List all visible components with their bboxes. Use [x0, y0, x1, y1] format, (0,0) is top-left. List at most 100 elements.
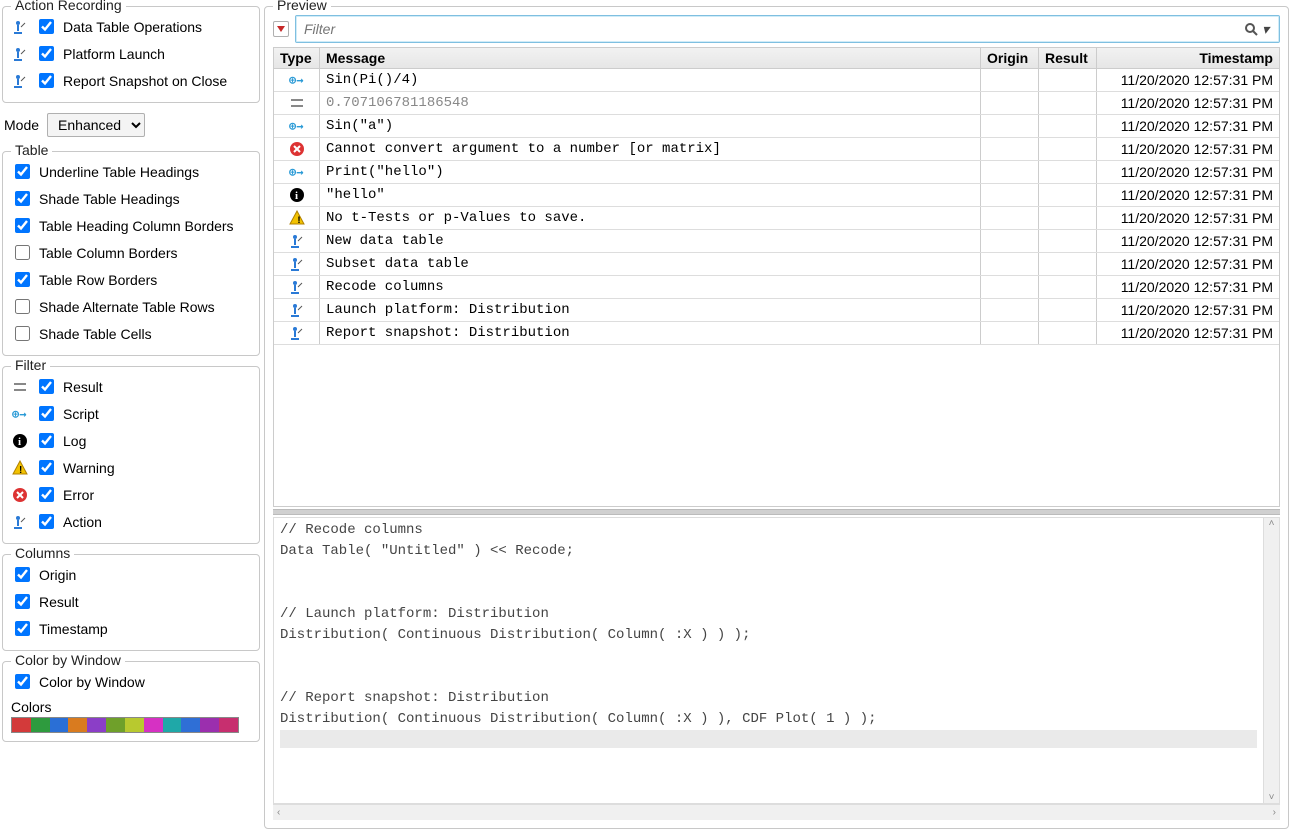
mode-select[interactable]: Enhanced [47, 113, 145, 137]
columns-label-2: Timestamp [39, 621, 108, 637]
filter-label-1: Script [63, 406, 99, 422]
color-swatch[interactable] [106, 718, 125, 732]
svg-text:i: i [295, 190, 298, 202]
table-checkbox-3[interactable] [15, 245, 30, 260]
preview-panel: Preview ▾ Type Message Origin Result Tim… [264, 6, 1289, 829]
log-row[interactable]: Recode columns11/20/2020 12:57:31 PM [274, 276, 1279, 299]
filter-checkbox-1[interactable] [39, 406, 54, 421]
log-origin [981, 276, 1039, 298]
scroll-left-icon[interactable]: ‹ [277, 807, 280, 818]
filter-dropdown-icon[interactable]: ▾ [1258, 21, 1273, 38]
color-swatches[interactable] [11, 717, 239, 733]
log-row[interactable]: !No t-Tests or p-Values to save.11/20/20… [274, 207, 1279, 230]
color-swatch[interactable] [219, 718, 238, 732]
table-checkbox-1[interactable] [15, 191, 30, 206]
col-timestamp-header[interactable]: Timestamp [1097, 48, 1279, 68]
color-by-window-checkbox[interactable] [15, 674, 30, 689]
result-icon [11, 379, 29, 395]
script-icon: ⊕→ [274, 69, 320, 91]
log-origin [981, 322, 1039, 344]
svg-text:i: i [18, 436, 21, 448]
color-swatch[interactable] [12, 718, 31, 732]
log-message: Recode columns [320, 276, 981, 298]
log-result [1039, 276, 1097, 298]
log-origin [981, 161, 1039, 183]
color-swatch[interactable] [50, 718, 69, 732]
table-label-3: Table Column Borders [39, 245, 178, 261]
columns-group: Columns OriginResultTimestamp [2, 554, 260, 651]
table-checkbox-0[interactable] [15, 164, 30, 179]
log-message: Sin(Pi()/4) [320, 69, 981, 91]
error-icon [274, 138, 320, 160]
scroll-up-icon[interactable]: ˄ [1269, 518, 1275, 529]
log-row[interactable]: ⊕→Sin("a")11/20/2020 12:57:31 PM [274, 115, 1279, 138]
log-origin [981, 115, 1039, 137]
script-icon: ⊕→ [274, 161, 320, 183]
search-icon[interactable] [1244, 22, 1258, 36]
table-checkbox-6[interactable] [15, 326, 30, 341]
filter-input[interactable] [302, 20, 1244, 38]
filter-checkbox-2[interactable] [39, 433, 54, 448]
ar-checkbox-2[interactable] [39, 73, 54, 88]
col-result-header[interactable]: Result [1039, 48, 1097, 68]
log-row[interactable]: New data table11/20/2020 12:57:31 PM [274, 230, 1279, 253]
log-row[interactable]: 0.70710678118654811/20/2020 12:57:31 PM [274, 92, 1279, 115]
table-checkbox-4[interactable] [15, 272, 30, 287]
filter-checkbox-5[interactable] [39, 514, 54, 529]
script-pane: // Recode columns Data Table( "Untitled"… [273, 517, 1280, 804]
horizontal-splitter[interactable] [273, 509, 1280, 515]
columns-checkbox-2[interactable] [15, 621, 30, 636]
color-swatch[interactable] [68, 718, 87, 732]
color-swatch[interactable] [163, 718, 182, 732]
color-swatch[interactable] [144, 718, 163, 732]
horizontal-scrollbar[interactable]: ‹ › [273, 804, 1280, 820]
action-icon [11, 514, 29, 530]
color-swatch[interactable] [200, 718, 219, 732]
col-origin-header[interactable]: Origin [981, 48, 1039, 68]
action-icon [11, 19, 29, 35]
log-row[interactable]: Cannot convert argument to a number [or … [274, 138, 1279, 161]
svg-text:!: ! [19, 465, 22, 476]
filter-checkbox-3[interactable] [39, 460, 54, 475]
scroll-right-icon[interactable]: › [1273, 807, 1276, 818]
log-row[interactable]: Report snapshot: Distribution11/20/2020 … [274, 322, 1279, 345]
filter-label-4: Error [63, 487, 94, 503]
columns-checkbox-1[interactable] [15, 594, 30, 609]
mode-row: Mode Enhanced [2, 109, 260, 141]
columns-label-0: Origin [39, 567, 76, 583]
filter-checkbox-0[interactable] [39, 379, 54, 394]
log-timestamp: 11/20/2020 12:57:31 PM [1097, 138, 1279, 160]
log-row[interactable]: ⊕→Print("hello")11/20/2020 12:57:31 PM [274, 161, 1279, 184]
log-result [1039, 69, 1097, 91]
script-editor[interactable]: // Recode columns Data Table( "Untitled"… [274, 518, 1263, 803]
vertical-scrollbar[interactable]: ˄ ˅ [1263, 518, 1279, 803]
color-swatch[interactable] [125, 718, 144, 732]
log-row[interactable]: i"hello"11/20/2020 12:57:31 PM [274, 184, 1279, 207]
table-checkbox-2[interactable] [15, 218, 30, 233]
log-icon: i [274, 184, 320, 206]
table-checkbox-5[interactable] [15, 299, 30, 314]
col-type-header[interactable]: Type [274, 48, 320, 68]
action-icon [274, 322, 320, 344]
color-swatch[interactable] [87, 718, 106, 732]
log-row[interactable]: ⊕→Sin(Pi()/4)11/20/2020 12:57:31 PM [274, 69, 1279, 92]
color-swatch[interactable] [181, 718, 200, 732]
col-message-header[interactable]: Message [320, 48, 981, 68]
log-row[interactable]: Subset data table11/20/2020 12:57:31 PM [274, 253, 1279, 276]
warning-icon: ! [11, 460, 29, 476]
log-message: New data table [320, 230, 981, 252]
columns-checkbox-0[interactable] [15, 567, 30, 582]
log-row[interactable]: Launch platform: Distribution11/20/2020 … [274, 299, 1279, 322]
action-icon [274, 299, 320, 321]
ar-checkbox-1[interactable] [39, 46, 54, 61]
table-label-2: Table Heading Column Borders [39, 218, 234, 234]
color-swatch[interactable] [31, 718, 50, 732]
preview-menu-button[interactable] [273, 21, 289, 37]
log-table: Type Message Origin Result Timestamp ⊕→S… [273, 47, 1280, 507]
filter-checkbox-4[interactable] [39, 487, 54, 502]
scroll-down-icon[interactable]: ˅ [1269, 792, 1275, 803]
ar-checkbox-0[interactable] [39, 19, 54, 34]
action-icon [274, 253, 320, 275]
log-result [1039, 161, 1097, 183]
filter-label-2: Log [63, 433, 86, 449]
